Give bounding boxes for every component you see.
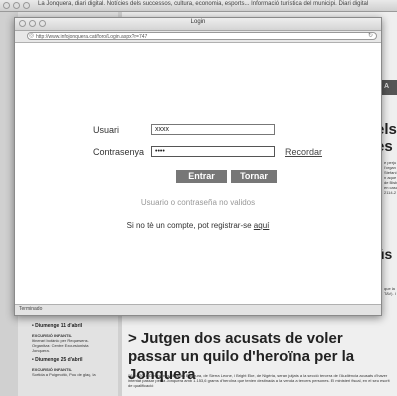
event-date: • Diumenge 11 d'abril [32,323,83,329]
background-text-snippet-1: e perju l'organ Stefani n aque de Bisb e… [384,160,397,195]
url-field[interactable]: http://www.infojonquera.cat/foro/Login.a… [27,32,377,40]
refresh-icon[interactable]: ↻ [368,32,373,39]
password-label: Contrasenya [93,147,145,157]
globe-icon: ◎ [29,33,35,39]
tornar-button[interactable]: Tornar [231,170,277,183]
register-prompt: Si no tè un compte, pot registrar-se aqu… [15,221,381,230]
login-window-title: Login [190,19,206,25]
background-window-title: La Jonquera, diari digital. Notícies del… [38,1,369,7]
error-message: Usuario o contraseña no validos [140,198,256,207]
recordar-link[interactable]: Recordar [285,147,322,157]
register-link[interactable]: aquí [254,221,270,230]
login-window-titlebar: Login [15,18,381,31]
background-text-snippet-2: que la TAV). I [384,286,396,296]
event-date: • Diumenge 25 d'abril [32,357,83,363]
login-window: Login http://www.infojonquera.cat/foro/L… [14,17,382,316]
login-form: Usuari Contrasenya Recordar Entrar Torna… [15,43,381,306]
status-text: Terminado [19,306,43,312]
register-text: Si no tè un compte, pot registrar-se [126,221,252,230]
usuari-input[interactable] [151,124,275,135]
zoom-window-icon[interactable] [23,2,30,9]
entrar-button[interactable]: Entrar [176,170,227,183]
event-description: Jonquera. [32,348,50,353]
password-input[interactable] [151,146,275,157]
article-body: 06/04/2010 Dos homes, Ibrahim Bangura, d… [128,373,390,388]
minimize-window-icon[interactable] [13,2,20,9]
status-bar: Terminado [15,304,381,315]
background-window-titlebar: La Jonquera, diari digital. Notícies del… [0,0,397,12]
close-window-icon[interactable] [3,2,10,9]
address-bar: http://www.infojonquera.cat/foro/Login.a… [15,31,381,43]
usuari-label: Usuari [93,125,120,135]
background-window-traffic-lights [3,2,30,9]
event-description: Sortida a Puigmoltó, Pou de glaç, la [32,372,96,377]
